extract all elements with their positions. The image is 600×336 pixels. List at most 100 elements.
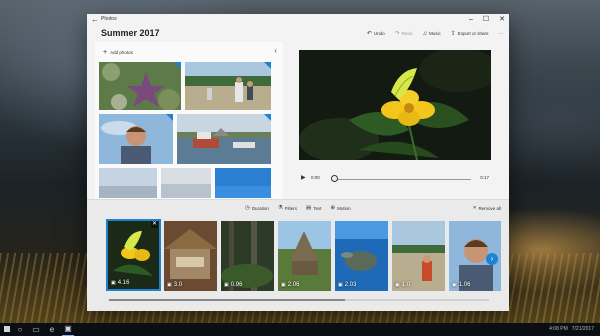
window-controls: – ☐ ✕ — [469, 14, 505, 26]
card-hut-thumb — [164, 221, 217, 291]
butterfly-flower-preview — [299, 50, 491, 160]
card-duration: ▣ 3.0 — [167, 282, 182, 288]
project-library: + Add photos ‹ — [95, 42, 283, 204]
photos-taskbar-icon[interactable]: ▣ — [62, 323, 74, 336]
add-photos-button[interactable]: + Add photos — [103, 49, 133, 56]
add-photos-label: Add photos — [110, 50, 133, 55]
storyboard-card[interactable]: ▣ 0.96 — [221, 221, 274, 291]
library-photo-row3-b[interactable] — [161, 168, 211, 198]
library-photo-starfish[interactable] — [99, 62, 181, 110]
play-icon[interactable]: ▶ — [301, 174, 306, 181]
minimize-button[interactable]: – — [469, 14, 473, 26]
seek-track[interactable] — [335, 179, 471, 180]
storyboard-card[interactable]: ✕ ▣ 4.16 — [106, 219, 161, 291]
windows-start-icon[interactable] — [4, 326, 10, 332]
filters-icon: ⚗ — [277, 205, 283, 211]
image-icon: ▣ — [224, 282, 229, 288]
export-share-button[interactable]: ⇪ Export or share — [451, 30, 489, 37]
editor-toolbar: ↶ Undo ↷ Redo ♫ Music ⇪ Export or share … — [367, 30, 504, 38]
undo-icon: ↶ — [366, 31, 372, 37]
card-turtle-thumb — [335, 221, 388, 291]
selected-corner-icon — [264, 114, 271, 121]
project-title[interactable]: Summer 2017 — [101, 28, 160, 38]
harbor-photo — [177, 114, 271, 164]
selected-corner-icon — [166, 114, 173, 121]
storyboard-cards: ✕ ▣ 4.16 ▣ 3.0 ▣ 0.96 ▣ 2.06 ▣ 2.03 ▣ 1.… — [106, 219, 501, 293]
selected-corner-icon — [264, 62, 271, 69]
duration-label: Duration — [251, 205, 269, 211]
card-duration: ▣ 1.0 — [395, 282, 410, 288]
motion-button[interactable]: ⊕ Motion — [330, 205, 350, 211]
clock-date: 7/21/2017 — [571, 326, 594, 332]
plus-icon: + — [103, 49, 108, 56]
motion-icon: ⊕ — [330, 205, 336, 211]
close-button[interactable]: ✕ — [499, 14, 505, 26]
filters-button[interactable]: ⚗ Filters — [278, 205, 297, 211]
boy-photo — [99, 114, 173, 164]
undo-label: Undo — [373, 31, 385, 36]
selected-corner-icon — [174, 62, 181, 69]
photo-row3-c — [215, 168, 271, 198]
card-duration: ▣ 4.16 — [111, 280, 129, 286]
storyboard-scrollbar[interactable] — [109, 299, 489, 301]
remove-card-icon[interactable]: ✕ — [151, 221, 158, 228]
duration-value: 0.96 — [230, 282, 243, 288]
export-icon: ⇪ — [450, 31, 456, 37]
music-icon: ♫ — [422, 30, 427, 37]
card-temple-thumb — [278, 221, 331, 291]
search-icon[interactable]: ○ — [14, 323, 26, 335]
back-arrow-icon[interactable]: ← — [91, 15, 99, 24]
duration-value: 4.16 — [117, 280, 130, 286]
system-clock[interactable]: 4:08 PM 7/21/2017 — [549, 326, 594, 332]
library-photo-row3-a[interactable] — [99, 168, 157, 198]
undo-button[interactable]: ↶ Undo — [367, 30, 385, 37]
image-icon: ▣ — [452, 282, 457, 288]
total-time: 0:17 — [480, 175, 489, 180]
image-icon: ▣ — [111, 280, 116, 286]
photos-app-window: ← Photos – ☐ ✕ Summer 2017 ↶ Undo ↷ Redo… — [87, 14, 509, 311]
remove-all-label: Remove all — [478, 205, 501, 211]
image-icon: ▣ — [281, 282, 286, 288]
storyboard-card[interactable]: ▣ 3.0 — [164, 221, 217, 291]
motion-label: Motion — [337, 205, 351, 211]
scroll-next-button[interactable]: › — [486, 253, 498, 265]
scrollbar-thumb[interactable] — [109, 299, 345, 301]
music-label: Music — [428, 31, 441, 36]
collapse-library-icon[interactable]: ‹ — [274, 46, 277, 55]
duration-value: 2.03 — [344, 282, 357, 288]
more-label: ··· — [498, 31, 504, 36]
redo-button[interactable]: ↷ Redo — [395, 30, 413, 37]
filters-label: Filters — [284, 205, 298, 211]
maximize-button[interactable]: ☐ — [483, 14, 489, 26]
playback-bar: ▶ 0:00 0:17 — [299, 174, 491, 184]
edge-icon[interactable]: e — [46, 323, 58, 335]
storyboard-pane: ◷ Duration ⚗ Filters ▤ Text ⊕ Motion ✕ R… — [87, 199, 509, 311]
beach-photo — [185, 62, 271, 110]
clock-time: 4:08 PM — [549, 326, 568, 332]
clock-icon: ◷ — [245, 205, 250, 211]
text-button[interactable]: ▤ Text — [306, 205, 321, 211]
library-photo-row3-c[interactable] — [215, 168, 271, 198]
duration-button[interactable]: ◷ Duration — [245, 205, 269, 211]
seek-knob[interactable] — [331, 175, 338, 182]
remove-all-icon: ✕ — [472, 205, 477, 210]
remove-all-button[interactable]: ✕ Remove all — [473, 205, 501, 211]
task-view-icon[interactable]: ▭ — [30, 323, 42, 335]
library-photo-boy[interactable] — [99, 114, 173, 164]
more-options-button[interactable]: ··· — [499, 31, 504, 36]
storyboard-card[interactable]: ▣ 1.0 — [392, 221, 445, 291]
text-icon: ▤ — [306, 205, 312, 211]
redo-icon: ↷ — [394, 31, 400, 37]
music-button[interactable]: ♫ Music — [422, 31, 440, 37]
library-photo-beach[interactable] — [185, 62, 271, 110]
title-bar: ← Photos – ☐ ✕ — [87, 14, 509, 26]
video-preview[interactable] — [299, 50, 491, 160]
card-duration: ▣ 1.06 — [452, 282, 470, 288]
storyboard-card[interactable]: ▣ 2.03 — [335, 221, 388, 291]
chevron-right-icon: › — [490, 254, 494, 263]
app-name: Photos — [101, 16, 117, 22]
library-photo-harbor[interactable] — [177, 114, 271, 164]
export-label: Export or share — [457, 31, 489, 36]
card-duration: ▣ 0.96 — [224, 282, 242, 288]
storyboard-card[interactable]: ▣ 2.06 — [278, 221, 331, 291]
